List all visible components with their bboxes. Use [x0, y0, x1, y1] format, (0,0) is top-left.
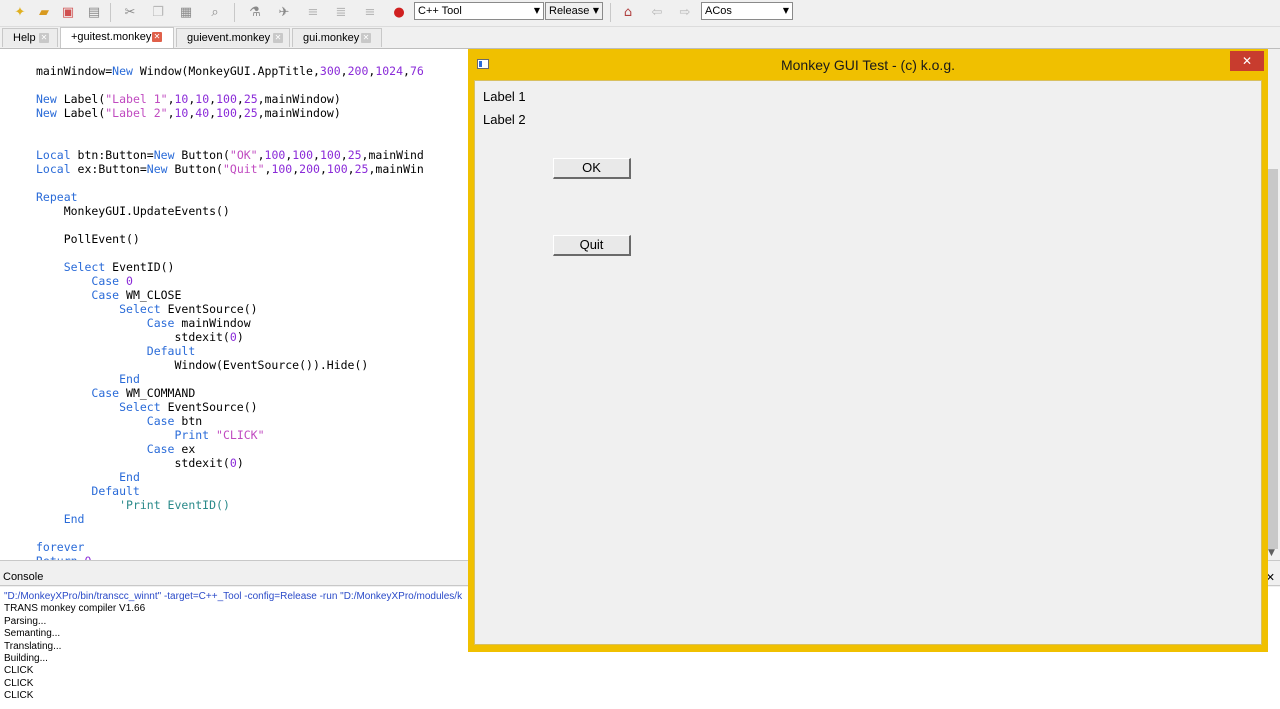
tab-guievent[interactable]: guievent.monkey ✕	[176, 28, 290, 47]
tab-label: gui.monkey	[303, 32, 360, 44]
window-close-button[interactable]: ✕	[1230, 51, 1264, 71]
stop-icon[interactable]: ●	[389, 3, 409, 21]
close-icon[interactable]: ✕	[361, 33, 371, 43]
ok-button[interactable]: OK	[553, 158, 631, 179]
chevron-down-icon[interactable]: ▼	[1268, 548, 1275, 558]
step-icon[interactable]: ≡	[303, 3, 323, 21]
close-icon[interactable]: ✕	[152, 32, 162, 42]
tab-gui[interactable]: gui.monkey ✕	[292, 28, 382, 47]
help-search-value: ACos	[705, 5, 732, 17]
console-line: Building...	[4, 653, 48, 664]
console-line: CLICK	[4, 690, 34, 702]
toolbar: ✦ ▰ ▣ ▤ ✂ ❐ ▦ ⌕ ⚗ ✈ ≡ ≣ ≡ ● C++ Tool ▼ R…	[0, 0, 1280, 27]
document-tabs: Help ✕ +guitest.monkey ✕ guievent.monkey…	[0, 27, 1280, 49]
quit-button[interactable]: Quit	[553, 235, 631, 256]
toolbar-separator	[610, 3, 611, 22]
config-select-value: Release	[549, 5, 590, 17]
config-select[interactable]: Release ▼	[545, 2, 603, 20]
chevron-down-icon: ▼	[592, 6, 599, 15]
console-line: CLICK	[4, 677, 34, 689]
build-icon[interactable]: ⚗	[245, 3, 265, 21]
tab-help[interactable]: Help ✕	[2, 28, 58, 47]
console-line: "D:/MonkeyXPro/bin/transcc_winnt" -targe…	[4, 591, 463, 602]
scrollbar-thumb[interactable]	[1268, 169, 1278, 549]
open-folder-icon[interactable]: ▰	[34, 3, 54, 21]
console-line: Parsing...	[4, 615, 47, 627]
paste-icon[interactable]: ▦	[176, 3, 196, 21]
toolbar-separator	[110, 3, 111, 22]
label-2: Label 2	[483, 112, 526, 127]
window-title: Monkey GUI Test - (c) k.o.g.	[780, 57, 955, 73]
close-file-icon[interactable]: ▣	[58, 3, 78, 21]
window-client-area: Label 1 Label 2 OK Quit	[474, 80, 1262, 645]
target-select-value: C++ Tool	[418, 5, 462, 17]
console-line: CLICK	[4, 665, 34, 677]
toolbar-separator	[234, 3, 235, 22]
gui-window[interactable]: Monkey GUI Test - (c) k.o.g. ✕ Label 1 L…	[468, 49, 1268, 652]
tab-label: guievent.monkey	[187, 32, 271, 44]
console-line: TRANS monkey compiler V1.66	[4, 603, 146, 615]
cut-icon[interactable]: ✂	[120, 3, 140, 21]
save-icon[interactable]: ▤	[84, 3, 104, 21]
code-text[interactable]: mainWindow=New Window(MonkeyGUI.AppTitle…	[36, 64, 424, 560]
chevron-down-icon: ▼	[782, 6, 789, 15]
chevron-down-icon: ▼	[533, 6, 540, 15]
home-icon[interactable]: ⌂	[618, 3, 638, 21]
step-in-icon[interactable]: ≣	[331, 3, 351, 21]
step-out-icon[interactable]: ≡	[360, 3, 380, 21]
copy-icon[interactable]: ❐	[148, 3, 168, 21]
new-file-icon[interactable]: ✦	[10, 3, 30, 21]
console-line: Translating...	[4, 640, 62, 652]
forward-icon[interactable]: ⇨	[675, 3, 695, 21]
editor-scrollbar[interactable]: ▼	[1266, 49, 1280, 560]
help-search-select[interactable]: ACos ▼	[701, 2, 793, 20]
tab-label: +guitest.monkey	[71, 31, 152, 43]
build-run-icon[interactable]: ✈	[274, 3, 294, 21]
window-titlebar[interactable]: Monkey GUI Test - (c) k.o.g. ✕	[468, 49, 1268, 79]
target-select[interactable]: C++ Tool ▼	[414, 2, 544, 20]
close-icon[interactable]: ✕	[39, 33, 49, 43]
back-icon[interactable]: ⇦	[647, 3, 667, 21]
close-icon[interactable]: ✕	[273, 33, 283, 43]
tab-label: Help	[13, 32, 36, 44]
find-icon[interactable]: ⌕	[205, 3, 225, 21]
console-line: Semanting...	[4, 628, 61, 640]
console-title: Console	[3, 571, 44, 583]
tab-guitest[interactable]: +guitest.monkey ✕	[60, 27, 174, 48]
label-1: Label 1	[483, 89, 526, 104]
